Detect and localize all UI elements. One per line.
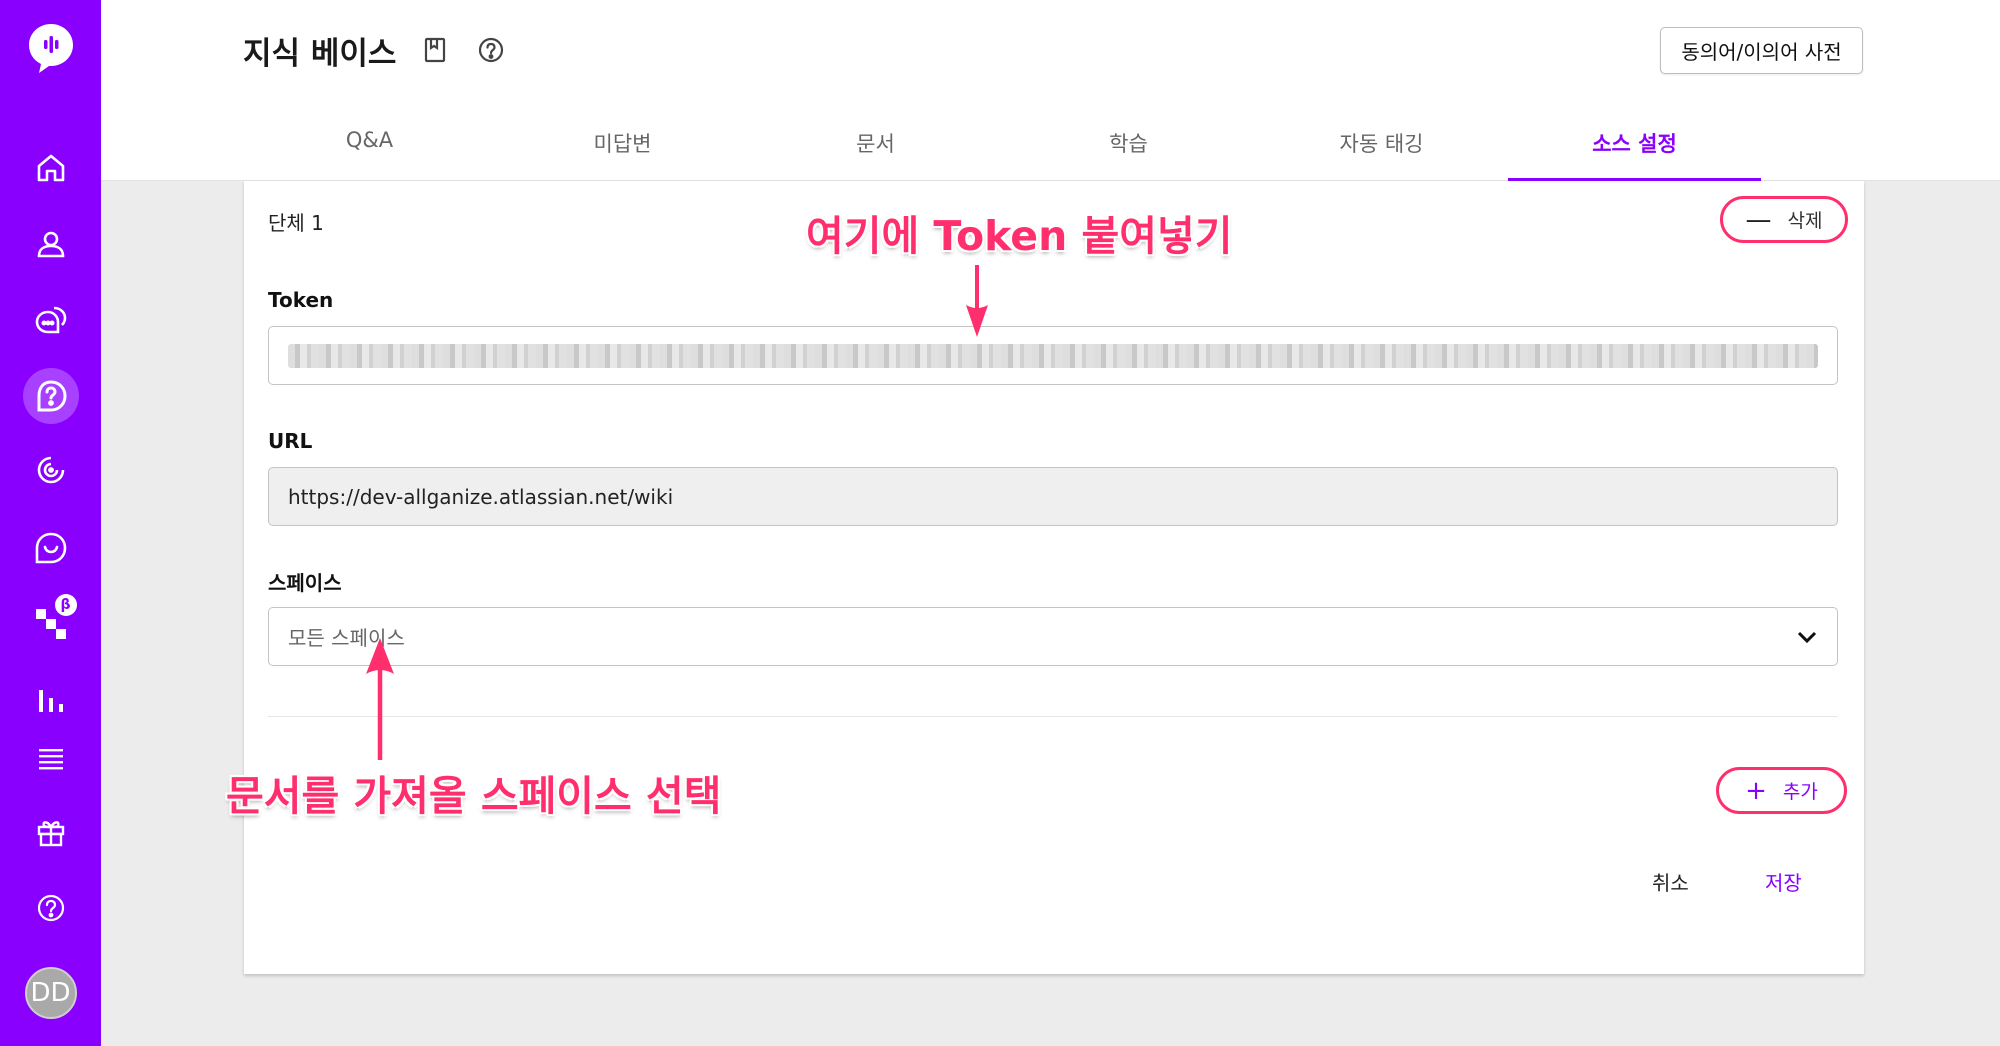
chat-bubbles-icon[interactable] [33, 302, 69, 338]
delete-label: 삭제 [1787, 210, 1823, 232]
minus-icon: — [1745, 204, 1772, 235]
arrow-up-icon [366, 638, 394, 760]
help-circle-icon[interactable] [477, 36, 505, 64]
target-icon[interactable] [33, 452, 69, 488]
url-label: URL [268, 429, 313, 453]
delete-button[interactable]: — 삭제 [1720, 196, 1848, 243]
app-logo-icon[interactable] [27, 22, 75, 74]
sidebar: β DD [0, 0, 101, 1046]
add-label: 추가 [1782, 781, 1818, 803]
group-title: 단체 1 [268, 211, 324, 235]
list-icon[interactable] [33, 740, 69, 776]
space-select[interactable]: 모든 스페이스 [268, 607, 1838, 666]
chat-icon[interactable] [33, 530, 69, 566]
help-icon[interactable] [33, 890, 69, 926]
divider [268, 716, 1838, 717]
tab-auto-tagging[interactable]: 자동 태깅 [1255, 110, 1508, 181]
flow-icon[interactable]: β [33, 594, 77, 640]
tab-documents[interactable]: 문서 [749, 110, 1002, 181]
beta-badge: β [54, 594, 77, 616]
url-input[interactable]: https://dev-allganize.atlassian.net/wiki [268, 467, 1838, 526]
cancel-button[interactable]: 취소 [1652, 867, 1689, 896]
question-answer-icon[interactable] [22, 368, 79, 424]
token-label: Token [268, 288, 334, 312]
tab-unanswered[interactable]: 미답변 [496, 110, 749, 181]
tab-bar: Q&A 미답변 문서 학습 자동 태깅 소스 설정 [243, 110, 1865, 181]
arrow-down-icon [966, 265, 988, 337]
dictionary-button[interactable]: 동의어/이의어 사전 [1660, 27, 1863, 74]
avatar[interactable]: DD [24, 967, 77, 1019]
bar-chart-icon[interactable] [33, 682, 69, 718]
tab-learning[interactable]: 학습 [1002, 110, 1255, 181]
home-icon[interactable] [33, 150, 69, 186]
chevron-down-icon [1797, 625, 1817, 649]
plus-icon: + [1745, 775, 1767, 806]
source-settings-card: 단체 1 — 삭제 Token URL https://dev-allganiz… [244, 181, 1864, 974]
token-value-blurred [288, 343, 1818, 368]
bookmark-icon[interactable] [421, 36, 449, 64]
save-button[interactable]: 저장 [1765, 867, 1802, 896]
space-annotation: 문서를 가져올 스페이스 선택 [226, 772, 722, 820]
page-title: 지식 베이스 [243, 36, 397, 72]
token-input[interactable] [268, 326, 1838, 385]
token-annotation: 여기에 Token 붙여넣기 [806, 212, 1233, 260]
tab-source-settings[interactable]: 소스 설정 [1508, 110, 1761, 181]
space-label: 스페이스 [268, 571, 342, 595]
header: 지식 베이스 동의어/이의어 사전 Q&A 미답변 문서 학습 자동 태깅 소스… [101, 0, 2000, 181]
tab-qna[interactable]: Q&A [243, 110, 496, 181]
user-icon[interactable] [33, 226, 69, 262]
gift-icon[interactable] [33, 814, 69, 850]
add-button[interactable]: + 추가 [1716, 767, 1847, 814]
